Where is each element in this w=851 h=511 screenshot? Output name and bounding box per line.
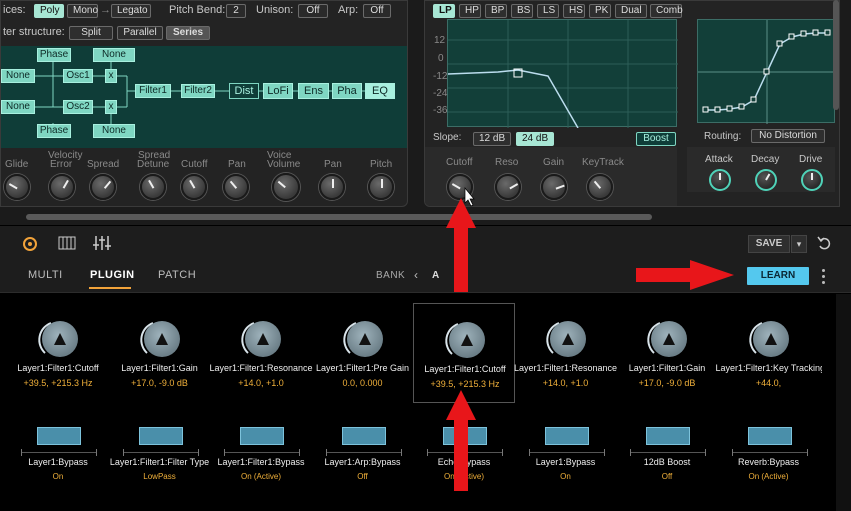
mouse-cursor-icon — [464, 187, 475, 207]
arrow-up-head-2 — [446, 390, 476, 420]
arrow-right-shaft — [636, 268, 696, 282]
arrow-right-head — [690, 260, 734, 290]
annotation-overlay — [446, 187, 734, 491]
arrow-up-shaft-1 — [454, 222, 468, 292]
arrow-up-shaft-2 — [454, 415, 468, 491]
